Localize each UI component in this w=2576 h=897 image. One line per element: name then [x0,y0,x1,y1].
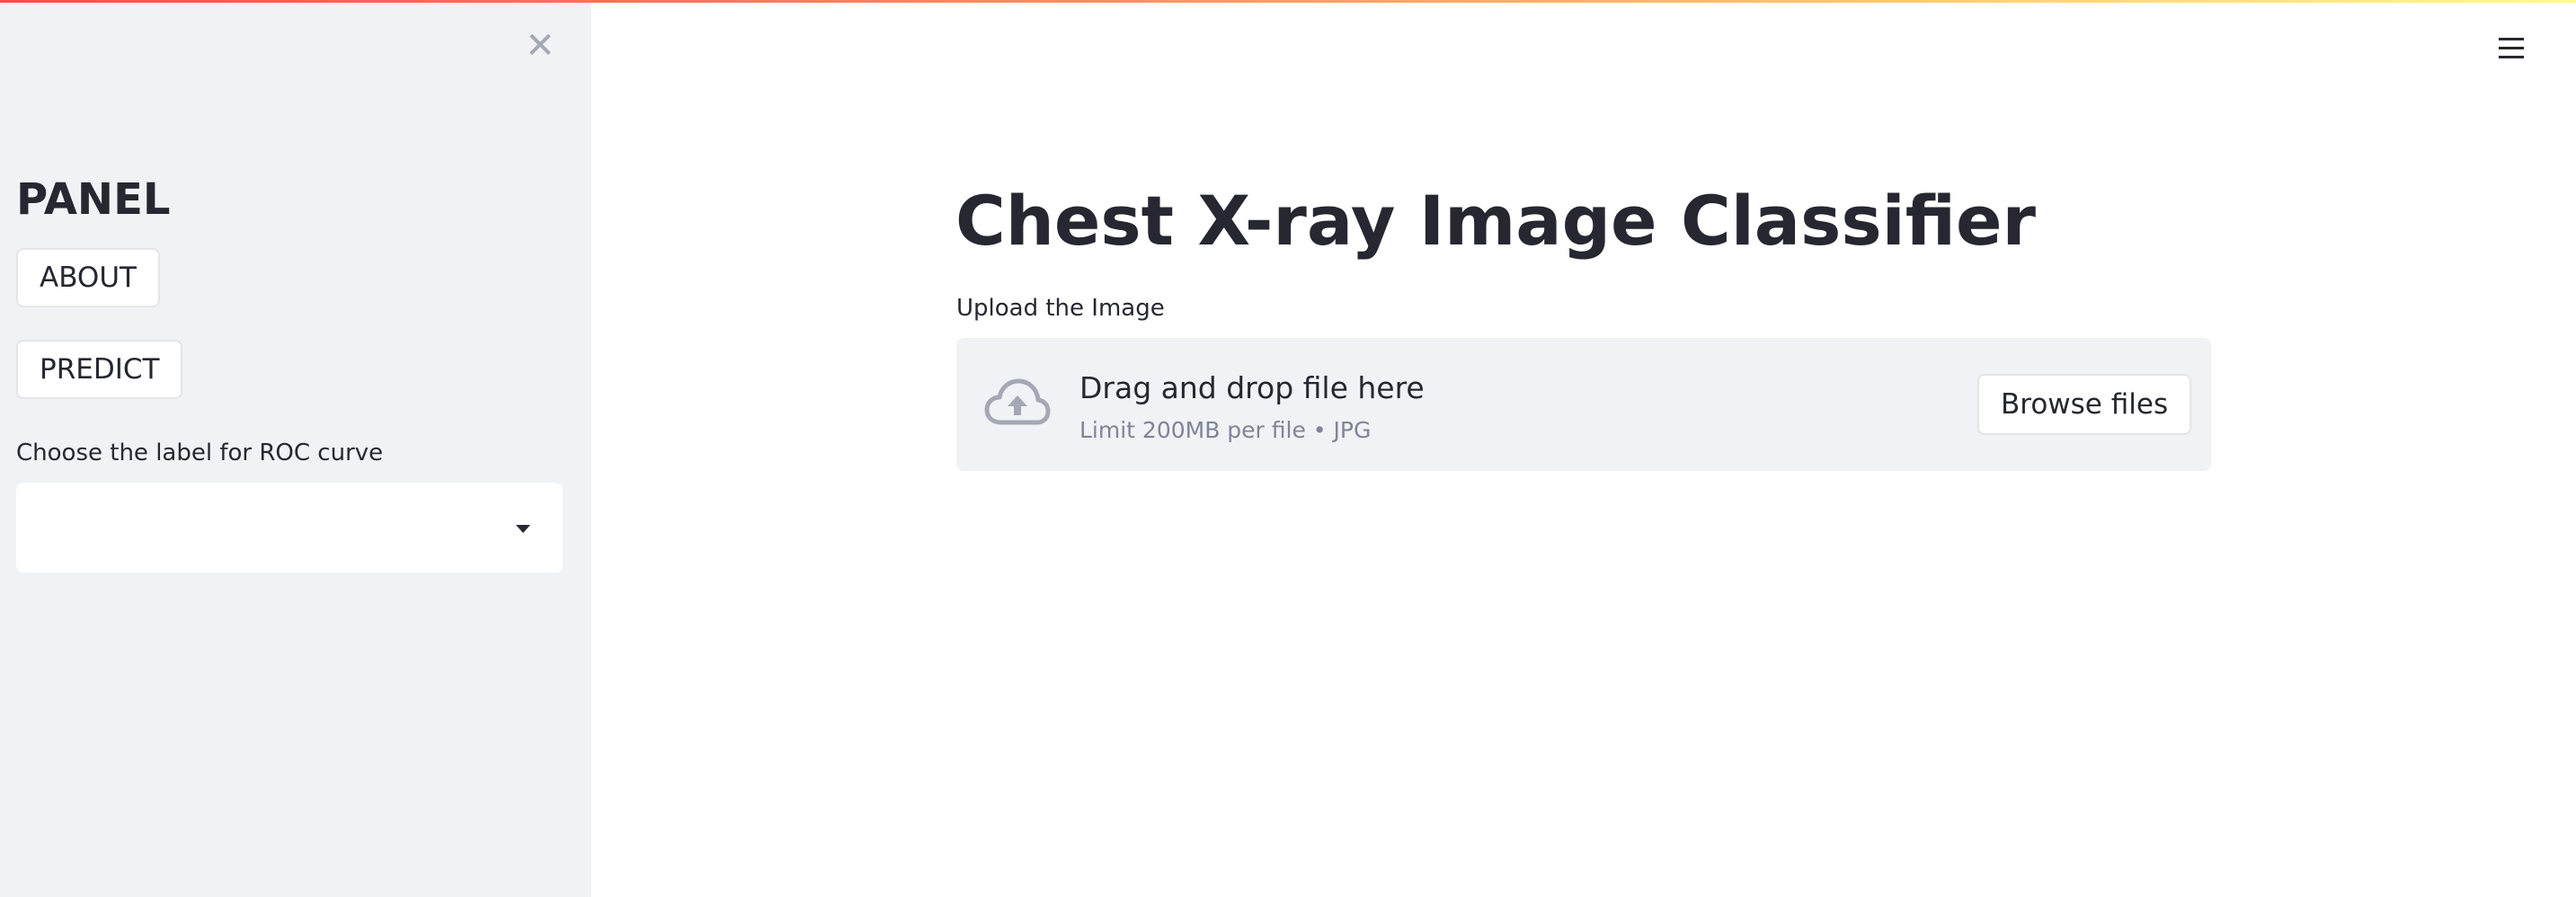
browse-files-button[interactable]: Browse files [1977,374,2192,435]
predict-button[interactable]: PREDICT [16,340,183,399]
about-button[interactable]: ABOUT [16,248,160,307]
page-title: Chest X-ray Image Classifier [955,181,2036,261]
cloud-upload-icon [984,378,1051,425]
file-dropzone[interactable]: Drag and drop file here Limit 200MB per … [956,338,2211,471]
chevron-down-icon[interactable] [516,525,530,533]
close-icon[interactable]: ✕ [525,28,555,64]
top-decoration-bar [0,0,2576,3]
hamburger-menu-icon[interactable] [2497,36,2527,63]
sidebar-heading: PANEL [16,174,171,225]
dropzone-title: Drag and drop file here [1079,370,1425,405]
sidebar: ✕ PANEL ABOUT PREDICT Choose the label f… [0,0,591,897]
roc-select-label: Choose the label for ROC curve [16,440,384,466]
dropzone-subtitle: Limit 200MB per file • JPG [1079,417,1372,443]
upload-label: Upload the Image [956,295,1165,322]
roc-label-select[interactable] [16,483,563,573]
